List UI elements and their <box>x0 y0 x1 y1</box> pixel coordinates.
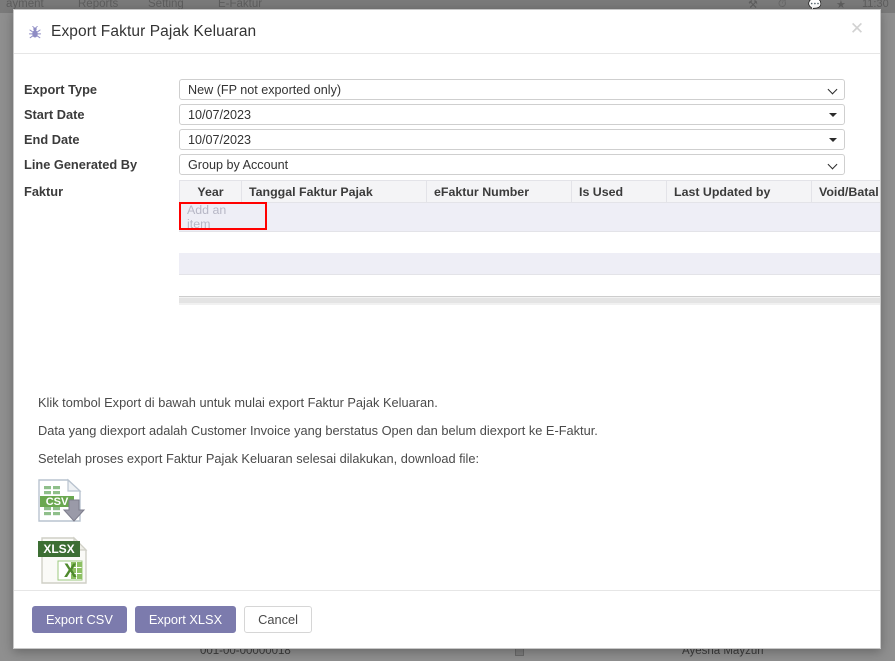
download-file-icons: CSV XLSX X <box>36 478 92 590</box>
line-generated-by-value: Group by Account <box>188 157 289 172</box>
end-date-value: 10/07/2023 <box>188 132 252 147</box>
column-header-void-batal[interactable]: Void/Batal <box>811 180 880 203</box>
csv-download-icon-block[interactable]: CSV <box>36 478 92 529</box>
cancel-button[interactable]: Cancel <box>244 606 312 633</box>
form-row-start-date: Start Date 10/07/2023 <box>14 104 880 125</box>
empty-cell <box>426 202 572 232</box>
label-start-date: Start Date <box>24 107 85 122</box>
start-date-value: 10/07/2023 <box>188 107 252 122</box>
export-type-value: New (FP not exported only) <box>188 82 342 97</box>
column-header-efaktur-number[interactable]: eFaktur Number <box>426 180 572 203</box>
dialog-body: Export Type New (FP not exported only) S… <box>14 54 880 590</box>
export-xlsx-button[interactable]: Export XLSX <box>134 606 237 633</box>
dialog-footer: Export CSV Export XLSX Cancel <box>14 590 880 648</box>
dialog-title: Export Faktur Pajak Keluaran <box>51 22 257 40</box>
chevron-down-icon <box>829 160 838 169</box>
label-end-date: End Date <box>24 132 80 147</box>
xlsx-file-icon-block[interactable]: XLSX X <box>36 535 92 590</box>
end-date-input[interactable]: 10/07/2023 <box>179 129 845 150</box>
triangle-down-icon <box>829 110 838 119</box>
export-form: Export Type New (FP not exported only) S… <box>14 79 880 305</box>
empty-cell <box>241 202 427 232</box>
instruction-line-3: Setelah proses export Faktur Pajak Kelua… <box>38 450 480 466</box>
bug-icon <box>28 25 42 38</box>
svg-text:CSV: CSV <box>46 496 69 508</box>
empty-cell <box>666 202 812 232</box>
label-faktur: Faktur <box>24 184 64 199</box>
export-faktur-dialog: Export Faktur Pajak Keluaran ✕ Export Ty… <box>13 9 881 649</box>
column-header-last-updated-by[interactable]: Last Updated by <box>666 180 812 203</box>
xlsx-file-icon[interactable]: XLSX X <box>36 535 92 587</box>
svg-text:X: X <box>64 561 77 582</box>
instruction-line-2: Data yang diexport adalah Customer Invoi… <box>38 422 598 438</box>
form-row-end-date: End Date 10/07/2023 <box>14 129 880 150</box>
instructions-block: Klik tombol Export di bawah untuk mulai … <box>38 395 860 479</box>
export-csv-button[interactable]: Export CSV <box>32 606 127 633</box>
line-generated-by-select[interactable]: Group by Account <box>179 154 845 175</box>
csv-download-icon[interactable]: CSV <box>36 478 88 524</box>
instruction-line-1: Klik tombol Export di bawah untuk mulai … <box>38 395 438 410</box>
column-header-is-used[interactable]: Is Used <box>571 180 667 203</box>
svg-text:XLSX: XLSX <box>43 542 74 556</box>
faktur-table-wrapper: Year Tanggal Faktur Pajak eFaktur Number… <box>179 180 880 305</box>
column-header-tanggal[interactable]: Tanggal Faktur Pajak <box>241 180 427 203</box>
faktur-table: Year Tanggal Faktur Pajak eFaktur Number… <box>179 180 880 232</box>
form-row-export-type: Export Type New (FP not exported only) <box>14 79 880 100</box>
add-an-item-link[interactable]: Add an item <box>179 202 242 232</box>
empty-cell <box>571 202 667 232</box>
form-row-line-generated-by: Line Generated By Group by Account <box>14 154 880 175</box>
faktur-horizontal-scrollbar[interactable] <box>179 296 880 305</box>
dialog-header: Export Faktur Pajak Keluaran ✕ <box>14 10 880 54</box>
faktur-table-header-row: Year Tanggal Faktur Pajak eFaktur Number… <box>179 180 880 203</box>
start-date-input[interactable]: 10/07/2023 <box>179 104 845 125</box>
export-type-select[interactable]: New (FP not exported only) <box>179 79 845 100</box>
form-row-faktur: Faktur Year Tanggal Faktur Pajak eFaktur… <box>14 180 880 305</box>
chevron-down-icon <box>829 85 838 94</box>
close-icon[interactable]: ✕ <box>846 18 868 40</box>
label-export-type: Export Type <box>24 82 98 97</box>
label-line-generated-by: Line Generated By <box>24 157 138 172</box>
triangle-down-icon <box>829 135 838 144</box>
add-item-row[interactable]: Add an item <box>179 202 880 232</box>
empty-cell <box>811 202 880 232</box>
faktur-summary-row <box>179 253 880 275</box>
column-header-year[interactable]: Year <box>179 180 242 203</box>
